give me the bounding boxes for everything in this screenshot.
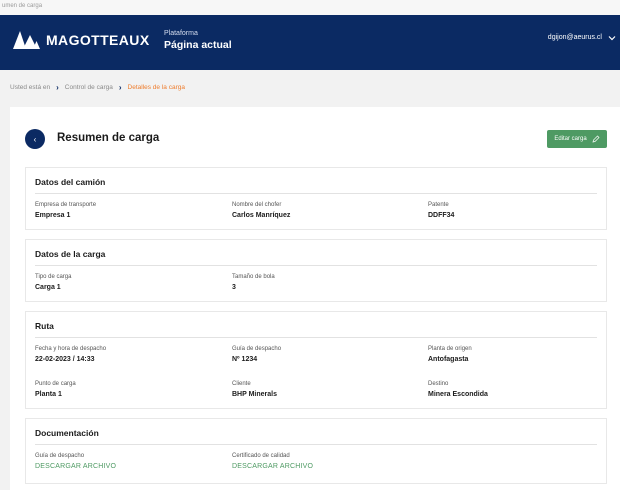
field-value: BHP Minerals — [232, 391, 277, 398]
field-value: 22-02-2023 / 14:33 — [35, 356, 95, 363]
field-dispatch-guide: Guía de despacho Nº 1234 — [232, 346, 281, 363]
section-divider — [35, 444, 597, 445]
field-value: Carlos Manríquez — [232, 212, 291, 219]
magotteaux-logo-icon — [13, 31, 40, 49]
chevron-down-icon — [608, 35, 616, 40]
back-button[interactable]: ‹ — [25, 129, 45, 149]
field-transport-company: Empresa de transporte Empresa 1 — [35, 202, 96, 219]
pencil-icon — [592, 135, 600, 143]
brand-name: MAGOTTEAUX — [46, 32, 150, 48]
field-label: Planta de origen — [428, 346, 472, 352]
field-destination: Destino Minera Escondida — [428, 381, 488, 398]
field-value: Carga 1 — [35, 284, 61, 291]
field-value: Planta 1 — [35, 391, 62, 398]
field-label: Nombre del chofer — [232, 202, 282, 208]
chevron-right-icon: › — [118, 83, 122, 92]
user-menu[interactable]: dgijon@aeurus.cl — [548, 34, 616, 41]
section-title: Documentación — [35, 428, 99, 438]
platform-info: Plataforma Página actual — [164, 30, 232, 51]
page-title: Resumen de carga — [57, 132, 160, 144]
field-ball-size: Tamaño de bola 3 — [232, 274, 275, 291]
field-quality-certificate: Certificado de calidad DESCARGAR ARCHIVO — [232, 453, 313, 470]
field-label: Guía de despacho — [35, 453, 85, 459]
field-label: Punto de carga — [35, 381, 76, 387]
field-load-type: Tipo de carga Carga 1 — [35, 274, 71, 291]
platform-label: Plataforma — [164, 30, 198, 37]
breadcrumb-prefix: Usted está en — [10, 84, 51, 91]
download-dispatch-guide-link[interactable]: DESCARGAR ARCHIVO — [35, 463, 116, 470]
field-value: Antofagasta — [428, 356, 469, 363]
field-label: Destino — [428, 381, 449, 387]
section-divider — [35, 265, 597, 266]
section-title: Datos del camión — [35, 177, 106, 187]
route-section: Ruta Fecha y hora de despacho 22-02-2023… — [25, 311, 607, 409]
section-divider — [35, 193, 597, 194]
section-title: Datos de la carga — [35, 249, 106, 259]
field-dispatch-datetime: Fecha y hora de despacho 22-02-2023 / 14… — [35, 346, 106, 363]
field-license-plate: Patente DDFF34 — [428, 202, 454, 219]
breadcrumb: Usted está en › Control de carga › Detal… — [10, 83, 185, 92]
arrow-left-icon: ‹ — [33, 134, 37, 144]
edit-load-button[interactable]: Editar carga — [547, 130, 607, 148]
field-dispatch-guide-doc: Guía de despacho DESCARGAR ARCHIVO — [35, 453, 116, 470]
section-title: Ruta — [35, 321, 54, 331]
field-label: Tipo de carga — [35, 274, 72, 280]
field-value: Empresa 1 — [35, 212, 71, 219]
breadcrumb-link-control-de-carga[interactable]: Control de carga — [65, 84, 113, 91]
truck-data-section: Datos del camión Empresa de transporte E… — [25, 167, 607, 230]
section-divider — [35, 337, 597, 338]
current-page-name: Página actual — [164, 39, 232, 51]
field-label: Empresa de transporte — [35, 202, 97, 208]
field-label: Fecha y hora de despacho — [35, 346, 107, 352]
field-label: Tamaño de bola — [232, 274, 275, 280]
field-label: Guía de despacho — [232, 346, 282, 352]
download-quality-certificate-link[interactable]: DESCARGAR ARCHIVO — [232, 463, 313, 470]
load-data-section: Datos de la carga Tipo de carga Carga 1 … — [25, 239, 607, 302]
field-value: 3 — [232, 284, 236, 291]
edit-button-label: Editar carga — [554, 136, 587, 142]
field-driver-name: Nombre del chofer Carlos Manríquez — [232, 202, 290, 219]
field-origin-plant: Planta de origen Antofagasta — [428, 346, 472, 363]
chevron-right-icon: › — [56, 83, 59, 92]
window-title: umen de carga — [0, 0, 620, 15]
field-value: Nº 1234 — [232, 356, 258, 363]
field-value: Minera Escondida — [428, 391, 488, 398]
brand-logo[interactable]: MAGOTTEAUX — [13, 31, 150, 49]
summary-card: ‹ Resumen de carga Editar carga Datos de… — [10, 107, 620, 490]
user-email: dgijon@aeurus.cl — [547, 34, 602, 41]
documentation-section: Documentación Guía de despacho DESCARGAR… — [25, 418, 607, 484]
field-label: Patente — [428, 202, 449, 208]
field-label: Cliente — [232, 381, 251, 387]
top-navigation-bar: MAGOTTEAUX Plataforma Página actual dgij… — [0, 15, 620, 70]
field-value: DDFF34 — [428, 212, 455, 219]
field-client: Cliente BHP Minerals — [232, 381, 277, 398]
field-loading-point: Punto de carga Planta 1 — [35, 381, 76, 398]
field-label: Certificado de calidad — [232, 453, 290, 459]
breadcrumb-current: Detalles de la carga — [127, 84, 185, 91]
